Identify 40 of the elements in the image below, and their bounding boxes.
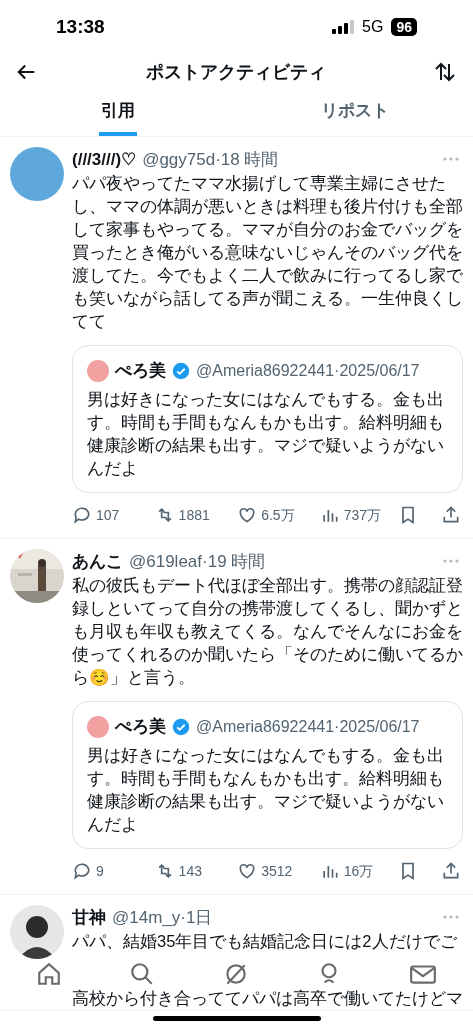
post-meta: @619leaf·19 時間 [129, 550, 267, 573]
post-meta: @Ameria86922441·2025/06/17 [196, 360, 420, 381]
post-text: 私の彼氏もデート代ほぼ全部出す。携帯の顔認証登録しといてって自分の携帯渡してくるし、聞かずとも月収も年収も教えてくる。なんでそんなにお金を使ってくれるのか聞いたら「そのために働いてるから☺」と言う。 [72, 575, 464, 688]
tab[interactable]: リポスト [236, 94, 473, 136]
quoted-text: 男は好きになった女にはなんでもする。金も出す。時間も手間もなんもかも出す。給料明細も健康診断の結果も出す。マジで疑いようがないんだよ [87, 744, 445, 835]
quoted-post-card[interactable]: ぺろ美 @Ameria86922441·2025/06/17 男は好きになった女にはなんでもする。金も出す。時間も手間もなんもかも出す。給料明細も健康診断の結果も出す。マジで疑いようがないんだよ [72, 345, 463, 493]
post-meta: @ggy75d·18 時間 [142, 148, 280, 171]
author-name: ぺろ美 [115, 360, 166, 382]
tab[interactable]: 引用 [0, 94, 237, 136]
post-meta: @14m_y·1日 [112, 906, 214, 929]
signal-icon [332, 20, 355, 34]
views-count: 737万 [343, 505, 382, 525]
views-count: 16万 [343, 861, 374, 881]
repost-count: 143 [178, 861, 202, 881]
repost-count: 1881 [178, 505, 210, 525]
like-count: 6.5万 [261, 505, 295, 525]
avatar [87, 715, 109, 738]
reply-icon[interactable] [72, 505, 92, 525]
post-text: 高校から付き合っててパパは高卒で働いてたけどマ [71, 987, 464, 1009]
avatar[interactable] [10, 904, 64, 959]
status-time: 13:38 [56, 14, 105, 39]
author-name: あんこ [72, 550, 123, 573]
post-meta: @Ameria86922441·2025/06/17 [196, 716, 420, 737]
post-text: パパ、結婚35年目でも結婚記念日には2人だけでご [72, 931, 458, 952]
battery-indicator: 96 [391, 18, 417, 36]
home-icon[interactable] [36, 960, 62, 987]
reply-count: 9 [96, 861, 104, 881]
author-name: ぺろ美 [115, 716, 166, 738]
reply-count: 107 [96, 505, 120, 525]
quoted-post-card[interactable]: ぺろ美 @Ameria86922441·2025/06/17 男は好きになった女にはなんでもする。金も出す。時間も手間もなんもかも出す。給料明細も健康診断の結果も出す。マジで疑いようがないんだよ [72, 701, 463, 849]
reply-icon[interactable] [72, 861, 92, 881]
post-text: パパ夜やってたママ水揚げして専業主婦にさせたし、ママの体調が悪いときは料理も後片付けも全部して家事もやってる。ママが自分のお金でバッグを買ったとき俺がいる意味ないじゃんそのバッグ代を渡してた。今でもよく二人で飲みに行ってるし家でも笑いながら話してる声が聞こえる。一生仲良くしてて [72, 173, 464, 332]
page-title: ポストアクティビティ [145, 60, 326, 84]
author-name: 甘神 [72, 906, 106, 929]
sort-arrows-icon[interactable] [433, 60, 457, 84]
network-label: 5G [362, 17, 384, 37]
author-name: (///3///)♡ [72, 148, 137, 171]
like-count: 3512 [261, 861, 293, 881]
avatar [87, 359, 109, 382]
quoted-text: 男は好きになった女にはなんでもする。金も出す。時間も手間もなんもかも出す。給料明細も健康診断の結果も出す。マジで疑いようがないんだよ [87, 388, 445, 479]
